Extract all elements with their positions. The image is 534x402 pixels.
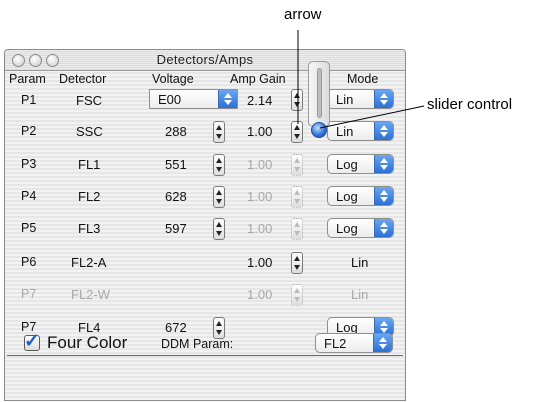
- slider-leader-line: [319, 105, 425, 129]
- callout-leader-lines: [297, 30, 425, 129]
